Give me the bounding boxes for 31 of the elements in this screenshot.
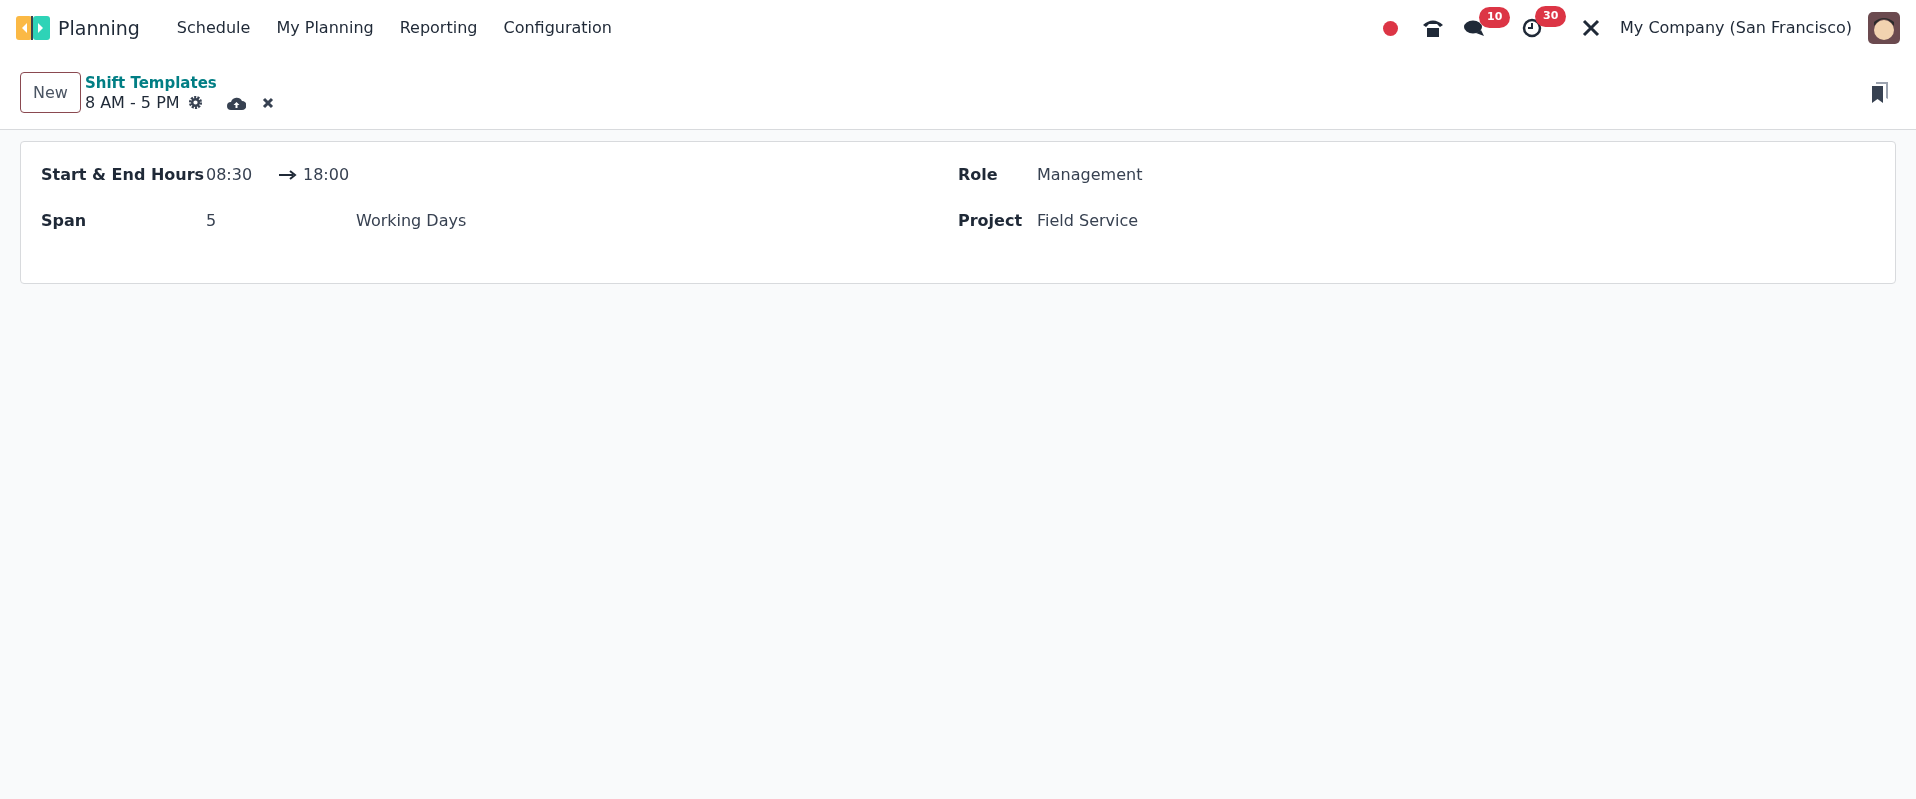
role-field[interactable]: Management xyxy=(1037,163,1143,187)
project-field[interactable]: Field Service xyxy=(1037,209,1139,233)
user-avatar-icon[interactable] xyxy=(1868,12,1900,44)
discard-icon[interactable] xyxy=(261,96,274,109)
span-unit-field[interactable]: Working Days xyxy=(356,209,467,233)
company-switcher[interactable]: My Company (San Francisco) xyxy=(1620,16,1852,40)
notification-badge: 10 xyxy=(1479,7,1511,28)
record-name: 8 AM - 5 PM xyxy=(84,92,180,113)
menu-item[interactable]: Schedule xyxy=(163,12,264,44)
activity-badge: 30 xyxy=(1535,6,1567,27)
start-time-field[interactable]: 08:30 xyxy=(206,163,279,187)
cloud-upload-icon[interactable] xyxy=(226,95,246,110)
field-label: Start & End Hours xyxy=(41,164,206,186)
menu-item[interactable]: Reporting xyxy=(386,12,491,44)
phone-icon[interactable] xyxy=(1422,18,1445,38)
app-logo-icon[interactable] xyxy=(16,16,50,40)
end-time-field[interactable]: 18:00 xyxy=(303,163,350,187)
menu-item[interactable]: Configuration xyxy=(490,12,625,44)
field-label: Span xyxy=(41,210,88,232)
field-label: Role xyxy=(958,164,999,186)
new-button[interactable]: New xyxy=(20,72,81,113)
breadcrumb-link[interactable]: Shift Templates xyxy=(84,72,274,93)
clock-icon[interactable] xyxy=(1522,18,1543,38)
arrow-right-icon xyxy=(279,170,297,180)
menu-item[interactable]: My Planning xyxy=(263,12,387,44)
gear-icon[interactable] xyxy=(187,95,203,110)
bookmark-icon[interactable] xyxy=(1872,81,1888,104)
span-field[interactable]: 5 xyxy=(206,209,356,233)
app-name[interactable]: Planning xyxy=(58,13,140,43)
field-label: Project xyxy=(958,210,1024,232)
chat-icon[interactable] xyxy=(1464,19,1487,37)
